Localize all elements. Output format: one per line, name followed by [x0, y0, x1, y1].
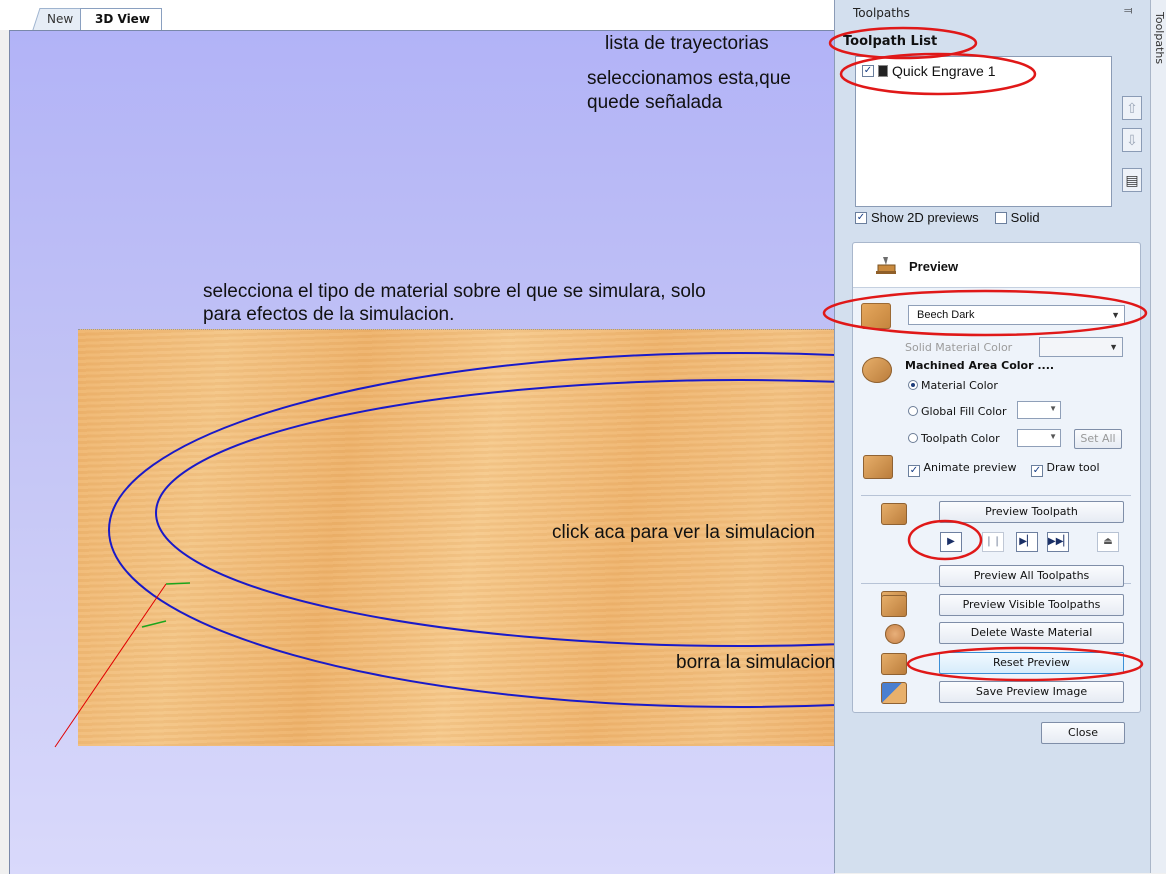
annotation-click-play: click aca para ver la simulacion — [552, 522, 815, 543]
toolpath-list-title: Toolpath List — [843, 34, 938, 49]
finish-button[interactable]: ⏏ — [1097, 532, 1119, 552]
show-2d-previews-checkbox[interactable]: ✓ — [855, 211, 867, 224]
preview-visible-icon — [881, 595, 907, 617]
axis-y-line-2 — [141, 620, 167, 628]
3d-viewport[interactable] — [9, 30, 835, 874]
material-dropdown-value: Beech Dark — [917, 309, 975, 321]
save-preview-image-button[interactable]: Save Preview Image — [939, 681, 1124, 703]
eject-icon: ⏏ — [1103, 536, 1113, 547]
draw-tool-checkbox[interactable]: ✓ — [1031, 465, 1043, 477]
radio-toolpath-color-label: Toolpath Color — [921, 432, 1000, 445]
delete-waste-icon — [885, 624, 905, 644]
global-fill-color-picker[interactable] — [1017, 401, 1061, 419]
preview-all-toolpaths-button[interactable]: Preview All Toolpaths — [939, 565, 1124, 587]
show-2d-previews-row: ✓ Show 2D previews Solid — [855, 210, 1040, 225]
document-icon: ▤ — [1125, 172, 1139, 188]
tab-3d-view-label: 3D View — [95, 12, 150, 26]
animate-preview-label: Animate preview — [923, 461, 1017, 474]
arrow-down-icon: ⇩ — [1126, 132, 1138, 148]
preview-icon — [876, 257, 896, 274]
animate-preview-row: ✓ Animate preview — [908, 461, 1016, 477]
annotation-select-line2: quede señalada — [587, 92, 723, 113]
animate-tool-icon — [863, 455, 893, 479]
radio-button[interactable] — [908, 380, 918, 390]
machined-area-label: Machined Area Color .... — [905, 359, 1055, 372]
annotation-material-line1: selecciona el tipo de material sobre el … — [203, 281, 706, 302]
pause-button[interactable]: ❙❙ — [982, 532, 1004, 552]
radio-button[interactable] — [908, 433, 918, 443]
preview-title: Preview — [909, 259, 959, 274]
material-swatch — [861, 303, 891, 329]
radio-material-color[interactable]: Material Color — [908, 379, 998, 392]
annotation-toolpath-list: lista de trayectorias — [605, 33, 769, 54]
save-image-icon — [881, 682, 907, 704]
preview-visible-toolpaths-button[interactable]: Preview Visible Toolpaths — [939, 594, 1124, 616]
panel-title: Toolpaths — [853, 6, 910, 20]
play-icon: ▶ — [947, 536, 955, 547]
chevron-down-icon: ▼ — [1109, 342, 1118, 352]
show-2d-previews-label: Show 2D previews — [871, 210, 979, 225]
pin-icon[interactable]: ⫤ — [1124, 5, 1132, 18]
toolpath-summary-button[interactable]: ▤ — [1122, 168, 1142, 192]
radio-material-color-label: Material Color — [921, 379, 998, 392]
toolpaths-panel: Toolpaths ⫤ Toolpath List ✓ Quick Engrav… — [834, 0, 1150, 873]
divider — [861, 495, 1131, 496]
step-forward-icon: ▶▏ — [1019, 536, 1035, 547]
axis-x-line — [54, 583, 167, 748]
preview-section: Preview Beech Dark ▼ Solid Material Colo… — [852, 242, 1141, 713]
annotation-select-line1: seleccionamos esta,que — [587, 68, 791, 89]
side-tab-label: Toolpaths — [1153, 12, 1166, 65]
arrow-up-icon: ⇧ — [1126, 100, 1138, 116]
inner-toolpath — [155, 379, 835, 647]
solid-material-color-label: Solid Material Color — [905, 341, 1013, 354]
reset-preview-button[interactable]: Reset Preview — [939, 652, 1124, 674]
toolpaths-side-tab[interactable]: Toolpaths — [1150, 0, 1166, 873]
radio-toolpath-color[interactable]: Toolpath Color — [908, 432, 1000, 445]
draw-tool-label: Draw tool — [1046, 461, 1100, 474]
radio-global-fill-color[interactable]: Global Fill Color — [908, 405, 1007, 418]
tab-new-label: New — [47, 12, 74, 26]
radio-global-fill-color-label: Global Fill Color — [921, 405, 1007, 418]
reset-preview-icon — [881, 653, 907, 675]
pause-icon: ❙❙ — [984, 536, 1002, 547]
radio-button[interactable] — [908, 406, 918, 416]
machined-area-icon — [862, 357, 892, 383]
step-forward-button[interactable]: ▶▏ — [1016, 532, 1038, 552]
tab-3d-view[interactable]: 3D View — [80, 8, 162, 30]
toolpath-name: Quick Engrave 1 — [892, 63, 996, 79]
toolpath-list[interactable]: ✓ Quick Engrave 1 — [855, 56, 1112, 207]
annotation-reset: borra la simulacion — [676, 652, 836, 673]
solid-checkbox[interactable] — [994, 211, 1007, 224]
draw-tool-row: ✓ Draw tool — [1031, 461, 1100, 477]
set-all-button[interactable]: Set All — [1074, 429, 1122, 449]
list-item[interactable]: ✓ Quick Engrave 1 — [862, 63, 996, 79]
delete-waste-material-button[interactable]: Delete Waste Material — [939, 622, 1124, 644]
play-button[interactable]: ▶ — [940, 532, 962, 552]
preview-header: Preview — [853, 243, 1140, 288]
preview-toolpath-button[interactable]: Preview Toolpath — [939, 501, 1124, 523]
toolpath-icon — [878, 65, 888, 77]
visibility-checkbox[interactable]: ✓ — [862, 65, 874, 77]
document-tabbar: New 3D View — [0, 0, 834, 30]
move-down-button[interactable]: ⇩ — [1122, 128, 1142, 152]
fast-forward-icon: ▶▶▏ — [1048, 536, 1072, 547]
fast-forward-button[interactable]: ▶▶▏ — [1047, 532, 1072, 552]
solid-material-color-dropdown[interactable]: ▼ — [1039, 337, 1123, 357]
move-up-button[interactable]: ⇧ — [1122, 96, 1142, 120]
chevron-down-icon: ▼ — [1111, 310, 1120, 320]
axis-y-line — [165, 582, 191, 585]
solid-label: Solid — [1010, 210, 1040, 225]
animate-preview-checkbox[interactable]: ✓ — [908, 465, 920, 477]
close-button[interactable]: Close — [1041, 722, 1125, 744]
toolpath-drawing — [54, 352, 835, 748]
preview-toolpath-icon — [881, 503, 907, 525]
toolpath-color-picker[interactable] — [1017, 429, 1061, 447]
material-dropdown[interactable]: Beech Dark ▼ — [908, 305, 1125, 325]
annotation-material-line2: para efectos de la simulacion. — [203, 304, 455, 325]
